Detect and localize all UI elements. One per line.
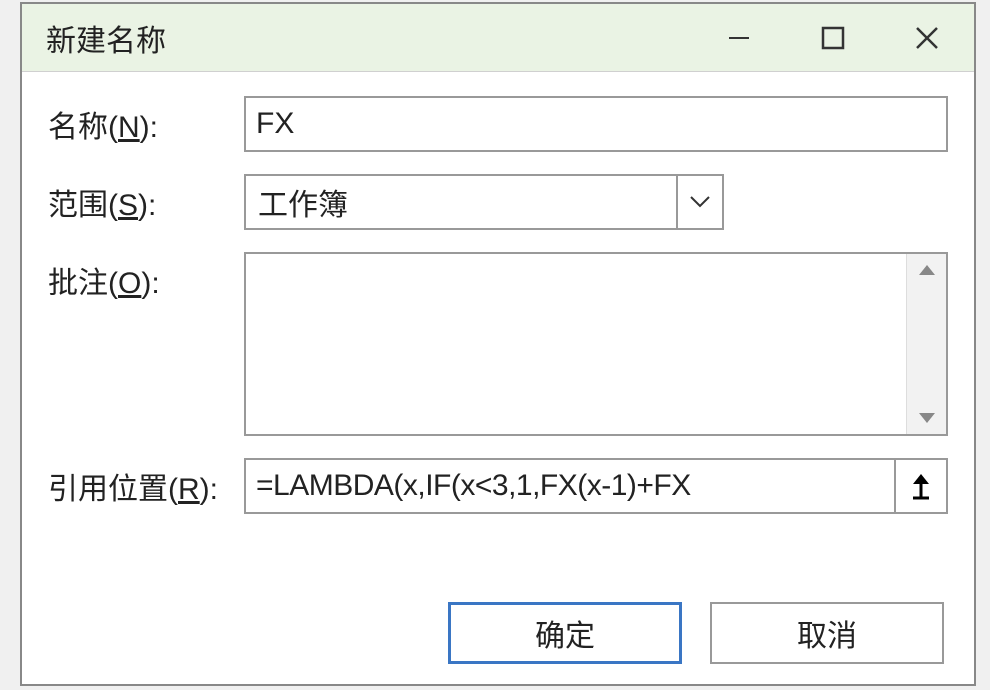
reference-input[interactable] <box>244 458 896 514</box>
minimize-button[interactable] <box>692 4 786 71</box>
minimize-icon <box>725 24 753 52</box>
window-controls <box>692 4 974 71</box>
maximize-icon <box>820 25 846 51</box>
name-label: 名称(N): <box>48 96 244 146</box>
maximize-button[interactable] <box>786 4 880 71</box>
titlebar: 新建名称 <box>22 4 974 72</box>
name-input[interactable] <box>244 96 948 152</box>
scroll-down-icon <box>918 412 936 424</box>
range-picker-button[interactable] <box>896 458 948 514</box>
scope-select[interactable]: 工作簿 <box>244 174 724 230</box>
dialog-content: 名称(N): 范围(S): 工作簿 批注(O): <box>22 72 974 684</box>
scroll-up-icon <box>918 264 936 276</box>
comment-textarea[interactable] <box>246 254 906 434</box>
comment-textarea-wrap <box>244 252 948 436</box>
button-row: 确定 取消 <box>48 602 948 664</box>
comment-label: 批注(O): <box>48 252 244 302</box>
scope-value: 工作簿 <box>244 174 724 230</box>
ok-button[interactable]: 确定 <box>448 602 682 664</box>
close-icon <box>913 24 941 52</box>
reference-label: 引用位置(R): <box>48 458 244 508</box>
name-row: 名称(N): <box>48 96 948 152</box>
scrollbar[interactable] <box>906 254 946 434</box>
close-button[interactable] <box>880 4 974 71</box>
chevron-down-icon <box>676 174 724 230</box>
collapse-icon <box>909 472 933 500</box>
scope-label: 范围(S): <box>48 174 244 224</box>
dialog-title: 新建名称 <box>46 16 692 60</box>
new-name-dialog: 新建名称 名称(N): 范围(S): 工作簿 <box>20 2 976 686</box>
comment-row: 批注(O): <box>48 252 948 436</box>
scope-row: 范围(S): 工作簿 <box>48 174 948 230</box>
cancel-button[interactable]: 取消 <box>710 602 944 664</box>
reference-row: 引用位置(R): <box>48 458 948 514</box>
